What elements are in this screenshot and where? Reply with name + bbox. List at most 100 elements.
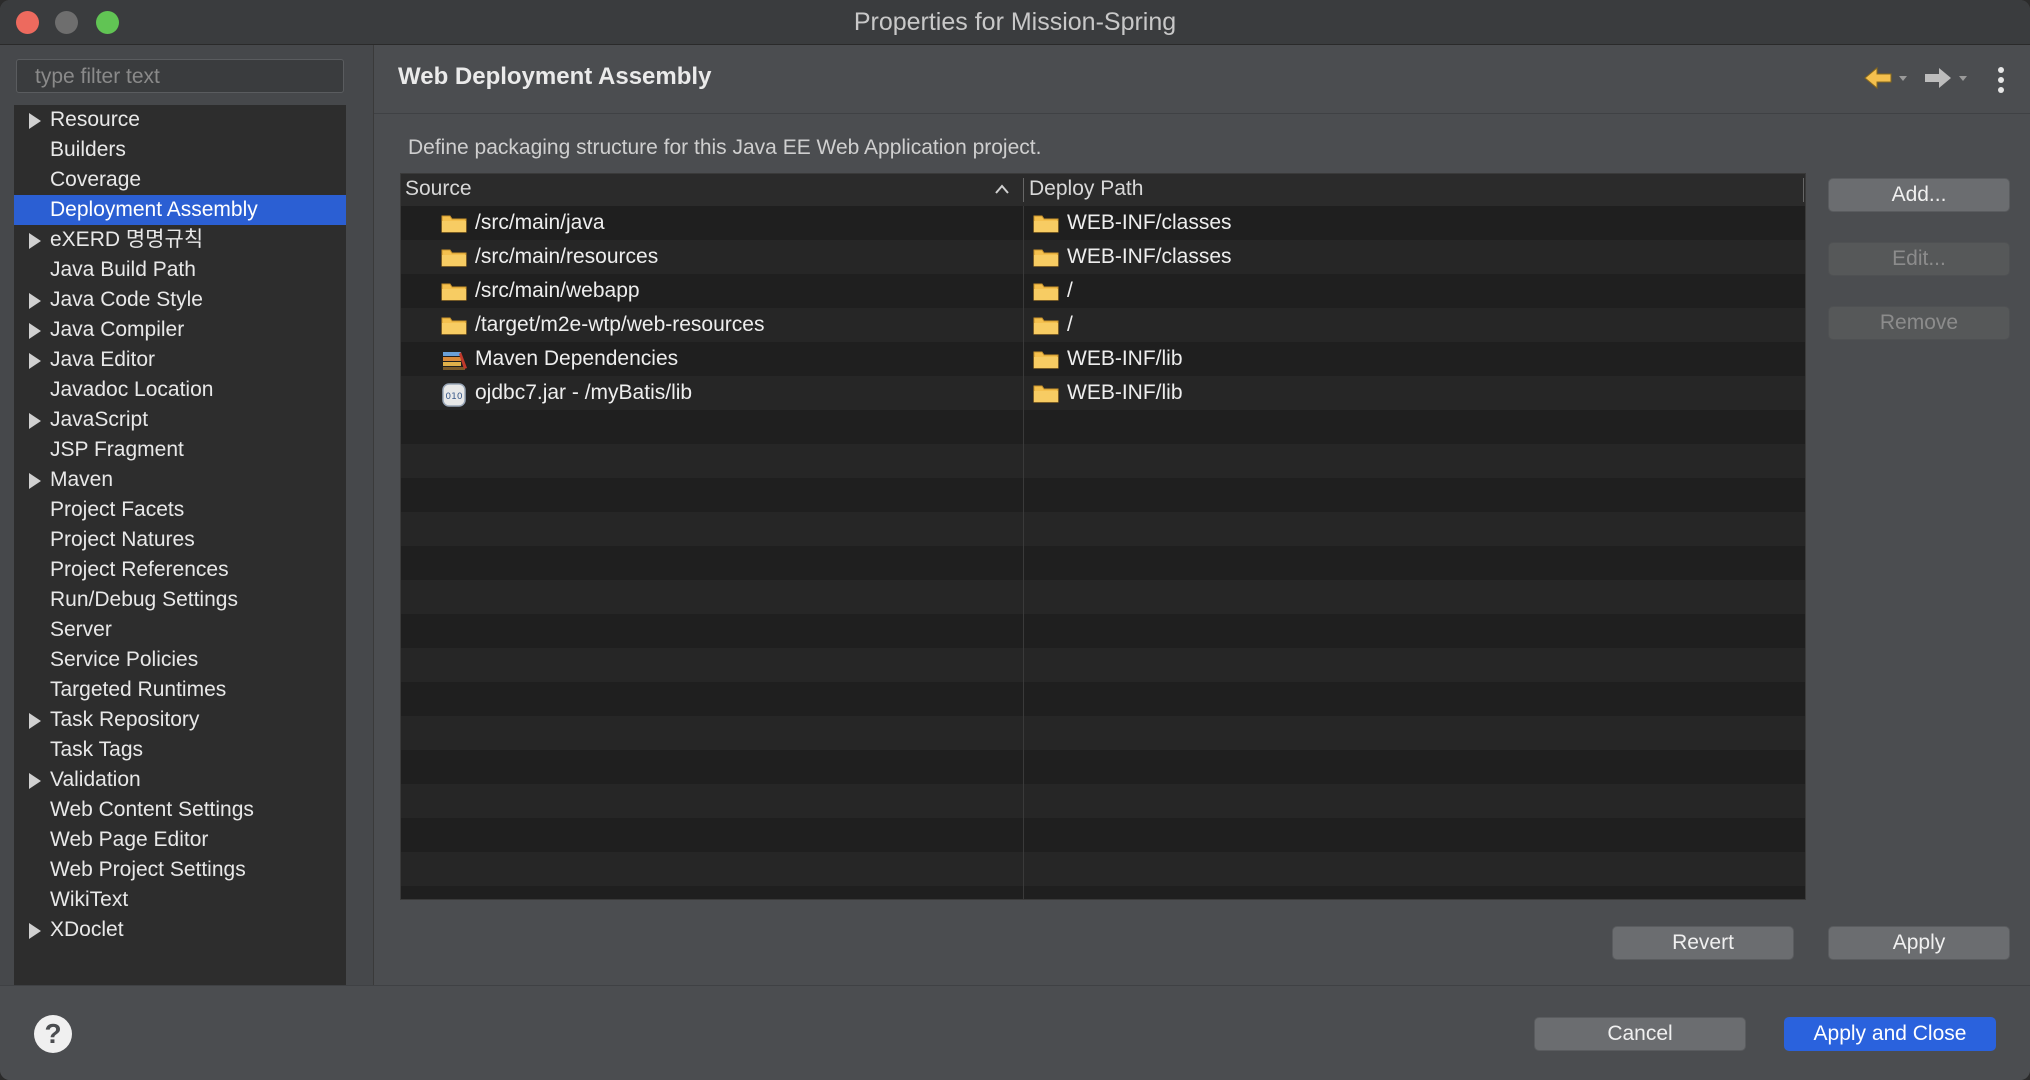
- left-panel: type filter text Resource Builders Coverag…: [0, 45, 374, 985]
- sort-ascending-icon: [995, 184, 1009, 194]
- tree-item[interactable]: Server: [14, 615, 346, 645]
- table-row[interactable]: Maven Dependencies WEB-INF/lib: [401, 342, 1805, 376]
- title-bar: Properties for Mission-Spring: [0, 0, 2030, 45]
- tree-item[interactable]: Java Code Style: [14, 285, 346, 315]
- deploy-path-cell: WEB-INF/classes: [1067, 211, 1232, 234]
- deploy-path-cell: /: [1067, 313, 1073, 336]
- tree-item[interactable]: JavaScript: [14, 405, 346, 435]
- folder-icon: [1033, 348, 1059, 375]
- tree-item[interactable]: Javadoc Location: [14, 375, 346, 405]
- expand-arrow-icon[interactable]: [29, 773, 41, 789]
- revert-button[interactable]: Revert: [1612, 926, 1794, 960]
- expand-arrow-icon[interactable]: [29, 413, 41, 429]
- folder-icon: [441, 314, 467, 341]
- tree-item-label: Web Page Editor: [50, 828, 209, 851]
- source-cell: /src/main/java: [475, 211, 605, 234]
- tree-item[interactable]: Java Editor: [14, 345, 346, 375]
- tree-item-label: Builders: [50, 138, 126, 161]
- tree-item-label: Java Compiler: [50, 318, 185, 341]
- tree-item[interactable]: Builders: [14, 135, 346, 165]
- deployment-assembly-table: Source Deploy Path /src/main/java WEB-INF…: [400, 173, 1806, 900]
- table-row: [401, 614, 1805, 648]
- expand-arrow-icon[interactable]: [29, 473, 41, 489]
- tree-item[interactable]: Web Content Settings: [14, 795, 346, 825]
- table-row: [401, 818, 1805, 852]
- help-icon[interactable]: ?: [34, 1015, 72, 1053]
- dialog-footer: ? Cancel Apply and Close: [0, 985, 2030, 1080]
- table-row[interactable]: /src/main/webapp /: [401, 274, 1805, 308]
- jar-icon: 010: [441, 382, 467, 413]
- tree-item[interactable]: Targeted Runtimes: [14, 675, 346, 705]
- tree-item-label: WikiText: [50, 888, 129, 911]
- tree-item[interactable]: Maven: [14, 465, 346, 495]
- table-row: [401, 648, 1805, 682]
- column-header-source[interactable]: Source: [405, 177, 472, 201]
- tree-item[interactable]: Resource: [14, 105, 346, 135]
- back-arrow-icon: [1864, 66, 1907, 90]
- tree-item[interactable]: Validation: [14, 765, 346, 795]
- vertical-ellipsis-icon: [1998, 67, 2004, 93]
- expand-arrow-icon[interactable]: [29, 713, 41, 729]
- add-button[interactable]: Add...: [1828, 178, 2010, 212]
- back-button[interactable]: [1863, 65, 1913, 91]
- tree-item-label: Coverage: [50, 168, 142, 191]
- tree-item-label: Project Natures: [50, 528, 195, 551]
- expand-arrow-icon[interactable]: [29, 923, 41, 939]
- tree-item[interactable]: Service Policies: [14, 645, 346, 675]
- cancel-button[interactable]: Cancel: [1534, 1017, 1746, 1051]
- table-row: [401, 784, 1805, 818]
- apply-and-close-button[interactable]: Apply and Close: [1784, 1017, 1996, 1051]
- expand-arrow-icon[interactable]: [29, 293, 41, 309]
- tree-item-label: Project References: [50, 558, 229, 581]
- table-row: [401, 682, 1805, 716]
- tree-item[interactable]: Web Project Settings: [14, 855, 346, 885]
- tree-item[interactable]: Deployment Assembly: [14, 195, 346, 225]
- expand-arrow-icon[interactable]: [29, 233, 41, 249]
- tree-item[interactable]: Java Compiler: [14, 315, 346, 345]
- table-row[interactable]: /src/main/java WEB-INF/classes: [401, 206, 1805, 240]
- deploy-path-cell: WEB-INF/classes: [1067, 245, 1232, 268]
- table-row: [401, 852, 1805, 886]
- tree-item-label: Web Content Settings: [50, 798, 254, 821]
- tree-item[interactable]: XDoclet: [14, 915, 346, 945]
- folder-icon: [1033, 314, 1059, 341]
- expand-arrow-icon[interactable]: [29, 323, 41, 339]
- apply-button[interactable]: Apply: [1828, 926, 2010, 960]
- table-row: [401, 444, 1805, 478]
- tree-item-label: Validation: [50, 768, 141, 791]
- table-row: [401, 546, 1805, 580]
- tree-item[interactable]: JSP Fragment: [14, 435, 346, 465]
- view-menu-button[interactable]: [1993, 65, 2009, 93]
- table-row[interactable]: /src/main/resources WEB-INF/classes: [401, 240, 1805, 274]
- tree-item[interactable]: Web Page Editor: [14, 825, 346, 855]
- tree-item[interactable]: Project Natures: [14, 525, 346, 555]
- table-row: [401, 410, 1805, 444]
- tree-item[interactable]: Project Facets: [14, 495, 346, 525]
- tree-item[interactable]: Task Tags: [14, 735, 346, 765]
- folder-icon: [1033, 246, 1059, 273]
- tree-item[interactable]: Coverage: [14, 165, 346, 195]
- deploy-path-cell: /: [1067, 279, 1073, 302]
- tree-item-label: Javadoc Location: [50, 378, 214, 401]
- tree-item-label: Deployment Assembly: [50, 198, 258, 221]
- properties-dialog: Properties for Mission-Spring type filte…: [0, 0, 2030, 1080]
- tree-item[interactable]: Project References: [14, 555, 346, 585]
- folder-icon: [441, 246, 467, 273]
- forward-button[interactable]: [1923, 65, 1973, 91]
- expand-arrow-icon[interactable]: [29, 353, 41, 369]
- tree-item[interactable]: WikiText: [14, 885, 346, 915]
- tree-item[interactable]: Task Repository: [14, 705, 346, 735]
- remove-button[interactable]: Remove: [1828, 306, 2010, 340]
- deploy-path-cell: WEB-INF/lib: [1067, 381, 1183, 404]
- table-row[interactable]: /target/m2e-wtp/web-resources /: [401, 308, 1805, 342]
- page-header: Web Deployment Assembly: [374, 45, 2030, 114]
- tree-item[interactable]: eXERD 명명규칙: [14, 225, 346, 255]
- filter-input[interactable]: type filter text: [16, 59, 344, 93]
- table-row[interactable]: 010 ojdbc7.jar - /myBatis/lib WEB-INF/lib: [401, 376, 1805, 410]
- column-header-deploy-path[interactable]: Deploy Path: [1029, 177, 1143, 201]
- expand-arrow-icon[interactable]: [29, 113, 41, 129]
- tree-item-label: Java Editor: [50, 348, 156, 371]
- edit-button[interactable]: Edit...: [1828, 242, 2010, 276]
- tree-item[interactable]: Run/Debug Settings: [14, 585, 346, 615]
- tree-item[interactable]: Java Build Path: [14, 255, 346, 285]
